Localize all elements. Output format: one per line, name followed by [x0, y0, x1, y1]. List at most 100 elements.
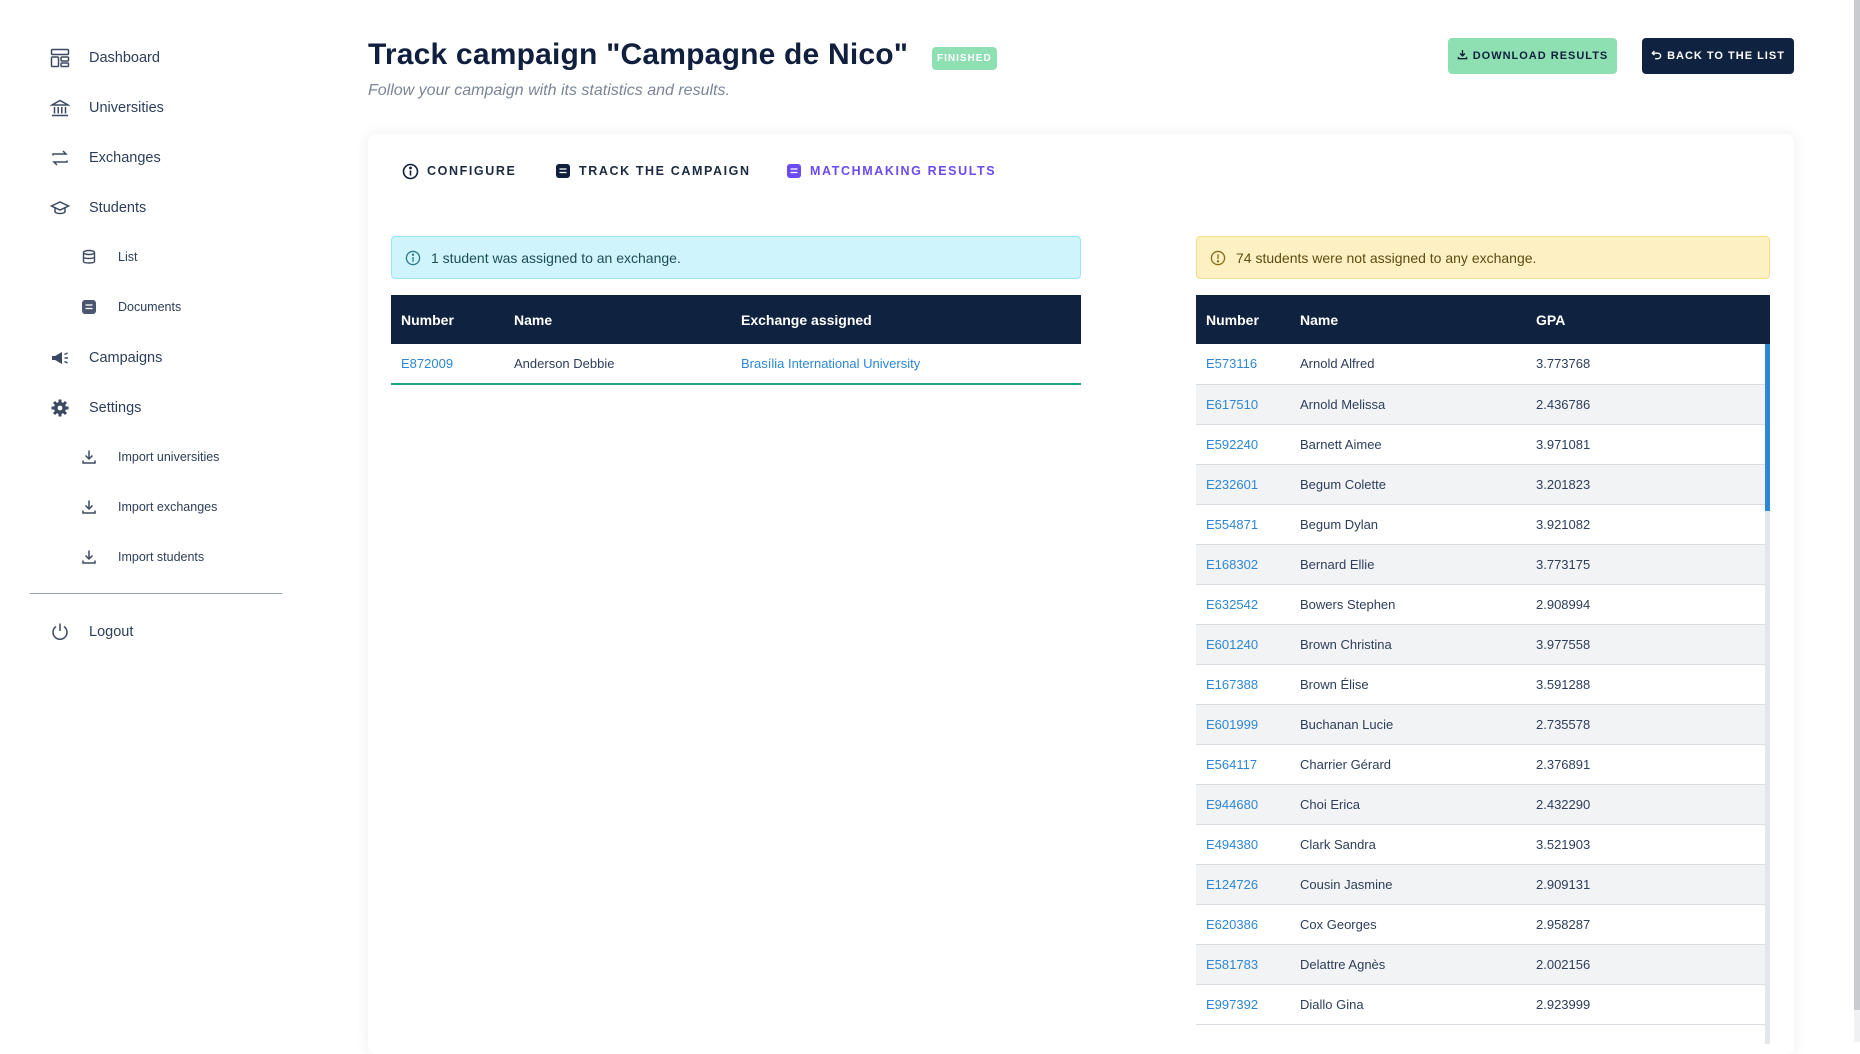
sidebar-item-label: Logout — [89, 624, 134, 640]
column-header-gpa[interactable]: GPA — [1526, 295, 1770, 344]
student-gpa: 2.909131 — [1526, 864, 1770, 905]
download-icon — [78, 446, 100, 468]
document-icon — [78, 296, 100, 318]
table-row: E620386 Cox Georges 2.958287 — [1196, 904, 1770, 945]
sidebar-item-list[interactable]: List — [78, 243, 137, 271]
student-number-link[interactable]: E997392 — [1196, 984, 1290, 1025]
student-gpa: 2.923999 — [1526, 984, 1770, 1025]
sidebar-divider — [30, 593, 282, 594]
unassigned-alert-text: 74 students were not assigned to any exc… — [1236, 249, 1537, 266]
sidebar-item-universities[interactable]: Universities — [48, 93, 164, 123]
column-header-name[interactable]: Name — [504, 295, 731, 344]
document-icon — [554, 163, 571, 180]
university-icon — [48, 96, 72, 120]
download-icon — [1457, 49, 1468, 63]
sidebar-item-logout[interactable]: Logout — [48, 617, 133, 647]
student-number-link[interactable]: E632542 — [1196, 584, 1290, 625]
sidebar-item-import-universities[interactable]: Import universities — [78, 443, 219, 471]
student-name: Delattre Agnès — [1290, 944, 1526, 985]
table-row: E592240 Barnett Aimee 3.971081 — [1196, 424, 1770, 465]
page-title: Track campaign "Campagne de Nico" — [368, 38, 909, 71]
student-name: Clark Sandra — [1290, 824, 1526, 865]
student-number-link[interactable]: E167388 — [1196, 664, 1290, 705]
tab-track-the-campaign[interactable]: TRACK THE CAMPAIGN — [554, 160, 751, 182]
student-number-link[interactable]: E232601 — [1196, 464, 1290, 505]
exchange-link[interactable]: Brasília International University — [731, 344, 1081, 385]
student-number-link[interactable]: E564117 — [1196, 744, 1290, 785]
student-number-link[interactable]: E581783 — [1196, 944, 1290, 985]
student-name: Bowers Stephen — [1290, 584, 1526, 625]
table-row: E124726 Cousin Jasmine 2.909131 — [1196, 864, 1770, 905]
tab-configure[interactable]: CONFIGURE — [402, 160, 516, 182]
sidebar-item-label: Documents — [118, 300, 182, 314]
student-number-link[interactable]: E617510 — [1196, 384, 1290, 425]
student-number-link[interactable]: E124726 — [1196, 864, 1290, 905]
back-to-list-label: BACK TO THE LIST — [1667, 50, 1785, 62]
sidebar-item-import-students[interactable]: Import students — [78, 543, 204, 571]
sidebar-item-label: Universities — [89, 100, 164, 116]
column-header-number[interactable]: Number — [1196, 295, 1290, 344]
download-results-button[interactable]: DOWNLOAD RESULTS — [1448, 38, 1617, 74]
sidebar-item-documents[interactable]: Documents — [78, 293, 181, 321]
sidebar-item-label: Import students — [118, 550, 205, 564]
student-name: Bernard Ellie — [1290, 544, 1526, 585]
tab-label: MATCHMAKING RESULTS — [810, 164, 997, 178]
student-name: Brown Élise — [1290, 664, 1526, 705]
student-gpa: 2.908994 — [1526, 584, 1770, 625]
student-gpa: 2.432290 — [1526, 784, 1770, 825]
assigned-alert-text: 1 student was assigned to an exchange. — [431, 249, 681, 266]
unassigned-table-body: E573116 Arnold Alfred 3.773768 E617510 Arnol… — [1196, 344, 1770, 1025]
page-scrollbar-thumb[interactable] — [1854, 0, 1860, 1010]
student-gpa: 2.376891 — [1526, 744, 1770, 785]
sidebar-item-dashboard[interactable]: Dashboard — [48, 43, 160, 73]
sidebar-item-settings[interactable]: Settings — [48, 393, 141, 423]
student-name: Cousin Jasmine — [1290, 864, 1526, 905]
student-number-link[interactable]: E601240 — [1196, 624, 1290, 665]
student-name: Diallo Gina — [1290, 984, 1526, 1025]
student-gpa: 3.591288 — [1526, 664, 1770, 705]
student-name: Buchanan Lucie — [1290, 704, 1526, 745]
student-number-link[interactable]: E168302 — [1196, 544, 1290, 585]
table-scrollbar-thumb[interactable] — [1765, 344, 1770, 511]
gear-icon — [48, 396, 72, 420]
table-row: E601240 Brown Christina 3.977558 — [1196, 624, 1770, 665]
sidebar-item-import-exchanges[interactable]: Import exchanges — [78, 493, 217, 521]
student-name: Begum Dylan — [1290, 504, 1526, 545]
sidebar-item-campaigns[interactable]: Campaigns — [48, 343, 162, 373]
sidebar-item-label: Dashboard — [89, 50, 160, 66]
sidebar-item-label: Import universities — [118, 450, 220, 464]
column-header-exchange[interactable]: Exchange assigned — [731, 295, 1081, 344]
sidebar-item-label: Exchanges — [89, 150, 161, 166]
student-number-link[interactable]: E620386 — [1196, 904, 1290, 945]
column-header-number[interactable]: Number — [391, 295, 504, 344]
student-gpa: 3.773175 — [1526, 544, 1770, 585]
sidebar-item-exchanges[interactable]: Exchanges — [48, 143, 161, 173]
sidebar-item-label: Campaigns — [89, 350, 163, 366]
student-number-link[interactable]: E494380 — [1196, 824, 1290, 865]
student-number-link[interactable]: E554871 — [1196, 504, 1290, 545]
download-results-label: DOWNLOAD RESULTS — [1472, 50, 1609, 62]
table-row: E581783 Delattre Agnès 2.002156 — [1196, 944, 1770, 985]
student-number-link[interactable]: E573116 — [1196, 344, 1290, 385]
student-gpa: 3.921082 — [1526, 504, 1770, 545]
student-name: Arnold Alfred — [1290, 344, 1526, 385]
megaphone-icon — [48, 346, 72, 370]
column-header-name[interactable]: Name — [1290, 295, 1526, 344]
student-gpa: 3.521903 — [1526, 824, 1770, 865]
power-icon — [48, 620, 72, 644]
student-number-link[interactable]: E944680 — [1196, 784, 1290, 825]
tab-matchmaking-results[interactable]: MATCHMAKING RESULTS — [785, 160, 996, 182]
tab-label: CONFIGURE — [427, 164, 517, 178]
sidebar-item-students[interactable]: Students — [48, 193, 146, 223]
student-number-link[interactable]: E592240 — [1196, 424, 1290, 465]
student-gpa: 2.958287 — [1526, 904, 1770, 945]
unassigned-table: Number Name GPA E573116 Arnold Alfred 3.77… — [1196, 295, 1770, 1025]
student-number-link[interactable]: E601999 — [1196, 704, 1290, 745]
student-number-link[interactable]: E872009 — [391, 344, 504, 385]
table-row: E494380 Clark Sandra 3.521903 — [1196, 824, 1770, 865]
table-row: E573116 Arnold Alfred 3.773768 — [1196, 344, 1770, 385]
tab-label: TRACK THE CAMPAIGN — [579, 164, 751, 178]
back-to-list-button[interactable]: BACK TO THE LIST — [1642, 38, 1794, 74]
unassigned-alert: 74 students were not assigned to any exc… — [1196, 236, 1770, 279]
student-name: Charrier Gérard — [1290, 744, 1526, 785]
